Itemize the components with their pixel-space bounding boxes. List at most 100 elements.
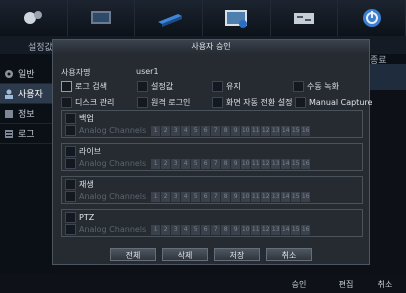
- channel-12-button[interactable]: 12: [261, 191, 271, 202]
- channel-1-button[interactable]: 1: [151, 191, 161, 202]
- channel-16-button[interactable]: 16: [301, 224, 311, 235]
- channel-6-button[interactable]: 6: [201, 125, 211, 136]
- channel-1-button[interactable]: 1: [151, 125, 161, 136]
- checkbox[interactable]: [212, 97, 223, 108]
- select-all-button[interactable]: 전체: [110, 248, 156, 261]
- checkbox[interactable]: [65, 146, 76, 157]
- channel-14-button[interactable]: 14: [281, 224, 291, 235]
- channel-4-button[interactable]: 4: [181, 158, 191, 169]
- channel-6-button[interactable]: 6: [201, 158, 211, 169]
- channel-1-button[interactable]: 1: [151, 158, 161, 169]
- power-icon[interactable]: [338, 0, 406, 36]
- sidebar-item-general[interactable]: 일반: [0, 64, 52, 84]
- approve-button[interactable]: 승인: [280, 276, 318, 292]
- checkbox[interactable]: [137, 81, 148, 92]
- checkbox[interactable]: [137, 97, 148, 108]
- channel-5-button[interactable]: 5: [191, 158, 201, 169]
- channel-11-button[interactable]: 11: [251, 125, 261, 136]
- channel-13-button[interactable]: 13: [271, 125, 281, 136]
- perm-manual-capture[interactable]: Manual Capture: [295, 97, 372, 108]
- channel-11-button[interactable]: 11: [251, 191, 261, 202]
- sidebar-item-info[interactable]: 정보: [0, 104, 52, 124]
- channel-3-button[interactable]: 3: [171, 125, 181, 136]
- channel-11-button[interactable]: 11: [251, 158, 261, 169]
- channel-7-button[interactable]: 7: [211, 158, 221, 169]
- checkbox[interactable]: [61, 97, 72, 108]
- checkbox[interactable]: [65, 158, 76, 169]
- checkbox[interactable]: [293, 81, 304, 92]
- channel-8-button[interactable]: 8: [221, 158, 231, 169]
- sidebar-item-user[interactable]: 사용자: [0, 84, 52, 104]
- channel-8-button[interactable]: 8: [221, 224, 231, 235]
- perm-maintain[interactable]: 유지: [212, 81, 241, 92]
- channel-4-button[interactable]: 4: [181, 224, 191, 235]
- edit-button[interactable]: 편집: [327, 276, 365, 292]
- checkbox[interactable]: [295, 97, 306, 108]
- channel-10-button[interactable]: 10: [241, 158, 251, 169]
- channel-2-button[interactable]: 2: [161, 224, 171, 235]
- checkbox[interactable]: [65, 125, 76, 136]
- channel-15-button[interactable]: 15: [291, 158, 301, 169]
- perm-auto-sequence[interactable]: 화면 자동 전환 설정: [212, 97, 293, 108]
- perm-manual-record[interactable]: 수동 녹화: [293, 81, 339, 92]
- perm-disk-management[interactable]: 디스크 관리: [61, 97, 114, 108]
- channel-12-button[interactable]: 12: [261, 158, 271, 169]
- channel-16-button[interactable]: 16: [301, 191, 311, 202]
- channel-10-button[interactable]: 10: [241, 224, 251, 235]
- channel-2-button[interactable]: 2: [161, 158, 171, 169]
- channel-10-button[interactable]: 10: [241, 191, 251, 202]
- channel-13-button[interactable]: 13: [271, 191, 281, 202]
- sidebar-item-log[interactable]: 로그: [0, 124, 52, 144]
- channel-5-button[interactable]: 5: [191, 125, 201, 136]
- channel-2-button[interactable]: 2: [161, 191, 171, 202]
- channel-9-button[interactable]: 9: [231, 191, 241, 202]
- channel-15-button[interactable]: 15: [291, 125, 301, 136]
- channel-7-button[interactable]: 7: [211, 224, 221, 235]
- checkbox[interactable]: [65, 224, 76, 235]
- checkbox[interactable]: [65, 179, 76, 190]
- channel-13-button[interactable]: 13: [271, 224, 281, 235]
- channel-3-button[interactable]: 3: [171, 224, 181, 235]
- perm-log-search[interactable]: 로그 검색: [61, 81, 107, 92]
- channel-2-button[interactable]: 2: [161, 125, 171, 136]
- channel-14-button[interactable]: 14: [281, 158, 291, 169]
- bottom-cancel-button[interactable]: 취소: [366, 276, 404, 292]
- channel-15-button[interactable]: 15: [291, 191, 301, 202]
- channel-4-button[interactable]: 4: [181, 191, 191, 202]
- camera-settings-icon[interactable]: [0, 0, 68, 36]
- channel-8-button[interactable]: 8: [221, 125, 231, 136]
- channel-5-button[interactable]: 5: [191, 191, 201, 202]
- display-icon[interactable]: [203, 0, 271, 36]
- checkbox[interactable]: [212, 81, 223, 92]
- checkbox[interactable]: [65, 191, 76, 202]
- channel-7-button[interactable]: 7: [211, 125, 221, 136]
- checkbox[interactable]: [61, 81, 72, 92]
- channel-16-button[interactable]: 16: [301, 158, 311, 169]
- cancel-button[interactable]: 취소: [266, 248, 312, 261]
- channel-8-button[interactable]: 8: [221, 191, 231, 202]
- channel-7-button[interactable]: 7: [211, 191, 221, 202]
- network-icon[interactable]: [271, 0, 339, 36]
- channel-9-button[interactable]: 9: [231, 224, 241, 235]
- channel-16-button[interactable]: 16: [301, 125, 311, 136]
- channel-3-button[interactable]: 3: [171, 191, 181, 202]
- delete-button[interactable]: 삭제: [162, 248, 208, 261]
- channel-14-button[interactable]: 14: [281, 191, 291, 202]
- channel-13-button[interactable]: 13: [271, 158, 281, 169]
- channel-6-button[interactable]: 6: [201, 191, 211, 202]
- checkbox[interactable]: [65, 113, 76, 124]
- channel-14-button[interactable]: 14: [281, 125, 291, 136]
- channel-1-button[interactable]: 1: [151, 224, 161, 235]
- channel-9-button[interactable]: 9: [231, 158, 241, 169]
- channel-11-button[interactable]: 11: [251, 224, 261, 235]
- monitor-icon[interactable]: [68, 0, 136, 36]
- channel-3-button[interactable]: 3: [171, 158, 181, 169]
- perm-settings[interactable]: 설정값: [137, 81, 173, 92]
- channel-5-button[interactable]: 5: [191, 224, 201, 235]
- channel-15-button[interactable]: 15: [291, 224, 301, 235]
- channel-6-button[interactable]: 6: [201, 224, 211, 235]
- channel-10-button[interactable]: 10: [241, 125, 251, 136]
- hdd-icon[interactable]: [135, 0, 204, 36]
- perm-remote-login[interactable]: 원격 로그인: [137, 97, 190, 108]
- channel-12-button[interactable]: 12: [261, 224, 271, 235]
